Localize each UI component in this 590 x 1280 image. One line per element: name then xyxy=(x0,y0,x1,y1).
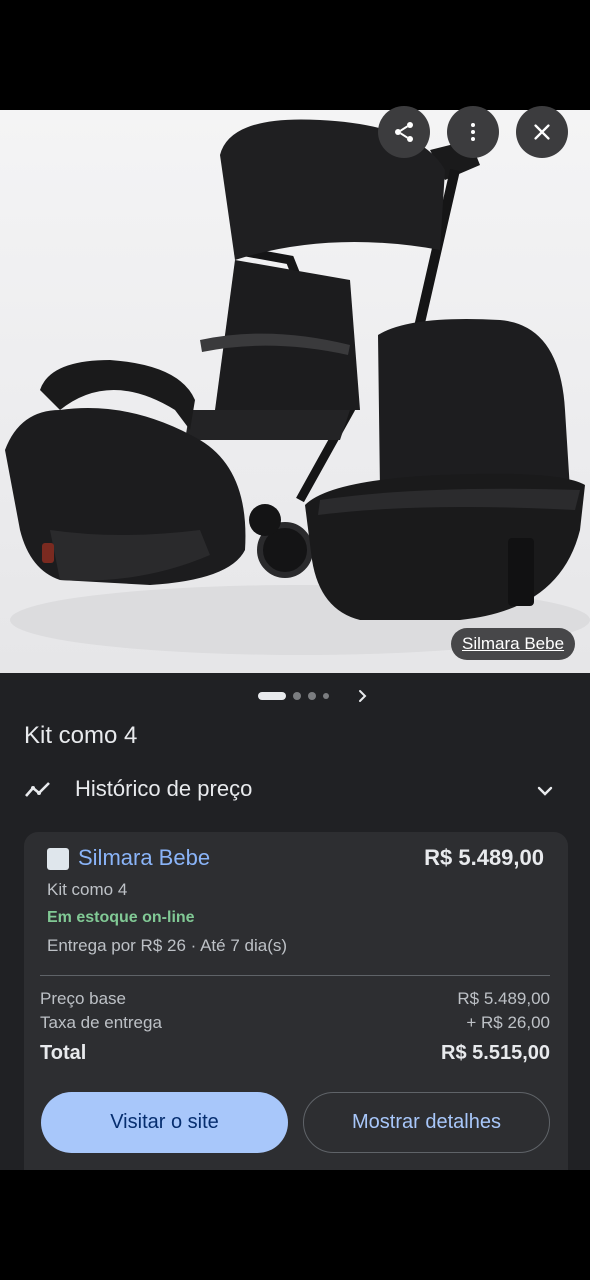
price-history-label: Histórico de preço xyxy=(75,776,253,801)
delivery-fee-value: + R$ 26,00 xyxy=(466,1013,550,1032)
close-button[interactable] xyxy=(516,106,568,158)
stroller-illustration xyxy=(5,119,590,655)
carousel-dot-active xyxy=(258,692,286,700)
product-title: Kit como 4 xyxy=(24,722,138,749)
delivery-fee-label: Taxa de entrega xyxy=(40,1013,162,1032)
base-price-value: R$ 5.489,00 xyxy=(457,989,550,1008)
close-icon xyxy=(534,124,550,140)
price-history-row[interactable]: Histórico de preço xyxy=(0,768,590,812)
carousel-dot xyxy=(308,692,316,700)
carousel-dot xyxy=(293,692,301,700)
stock-status: Em estoque on-line xyxy=(47,909,195,926)
total-value: R$ 5.515,00 xyxy=(441,1042,550,1064)
chevron-down-icon[interactable] xyxy=(534,780,556,802)
image-source-link[interactable]: Silmara Bebe xyxy=(451,628,576,660)
total-label: Total xyxy=(40,1042,87,1064)
show-details-button[interactable]: Mostrar detalhes xyxy=(303,1092,550,1153)
chevron-right-icon[interactable] xyxy=(354,686,372,706)
trending-icon xyxy=(25,782,50,797)
delivery-info: Entrega por R$ 26 · Até 7 dia(s) xyxy=(47,936,288,955)
visit-site-button[interactable]: Visitar o site xyxy=(41,1092,288,1153)
product-image[interactable] xyxy=(0,110,590,673)
offer-product-name: Kit como 4 xyxy=(47,880,128,899)
navigation-bar xyxy=(0,1170,590,1280)
share-icon xyxy=(395,122,413,142)
more-options-button[interactable] xyxy=(447,106,499,158)
merchant-link[interactable]: Silmara Bebe xyxy=(78,845,210,871)
base-price-label: Preço base xyxy=(40,989,126,1008)
more-vert-icon xyxy=(471,123,475,141)
share-button[interactable] xyxy=(378,106,430,158)
merchant-favicon xyxy=(47,848,69,870)
status-bar xyxy=(0,0,590,110)
offer-price: R$ 5.489,00 xyxy=(424,845,544,870)
divider xyxy=(40,975,550,976)
carousel-indicator xyxy=(258,691,329,701)
carousel-dot xyxy=(323,693,329,699)
offer-card: Silmara Bebe R$ 5.489,00 Kit como 4 Em e… xyxy=(24,832,568,1170)
